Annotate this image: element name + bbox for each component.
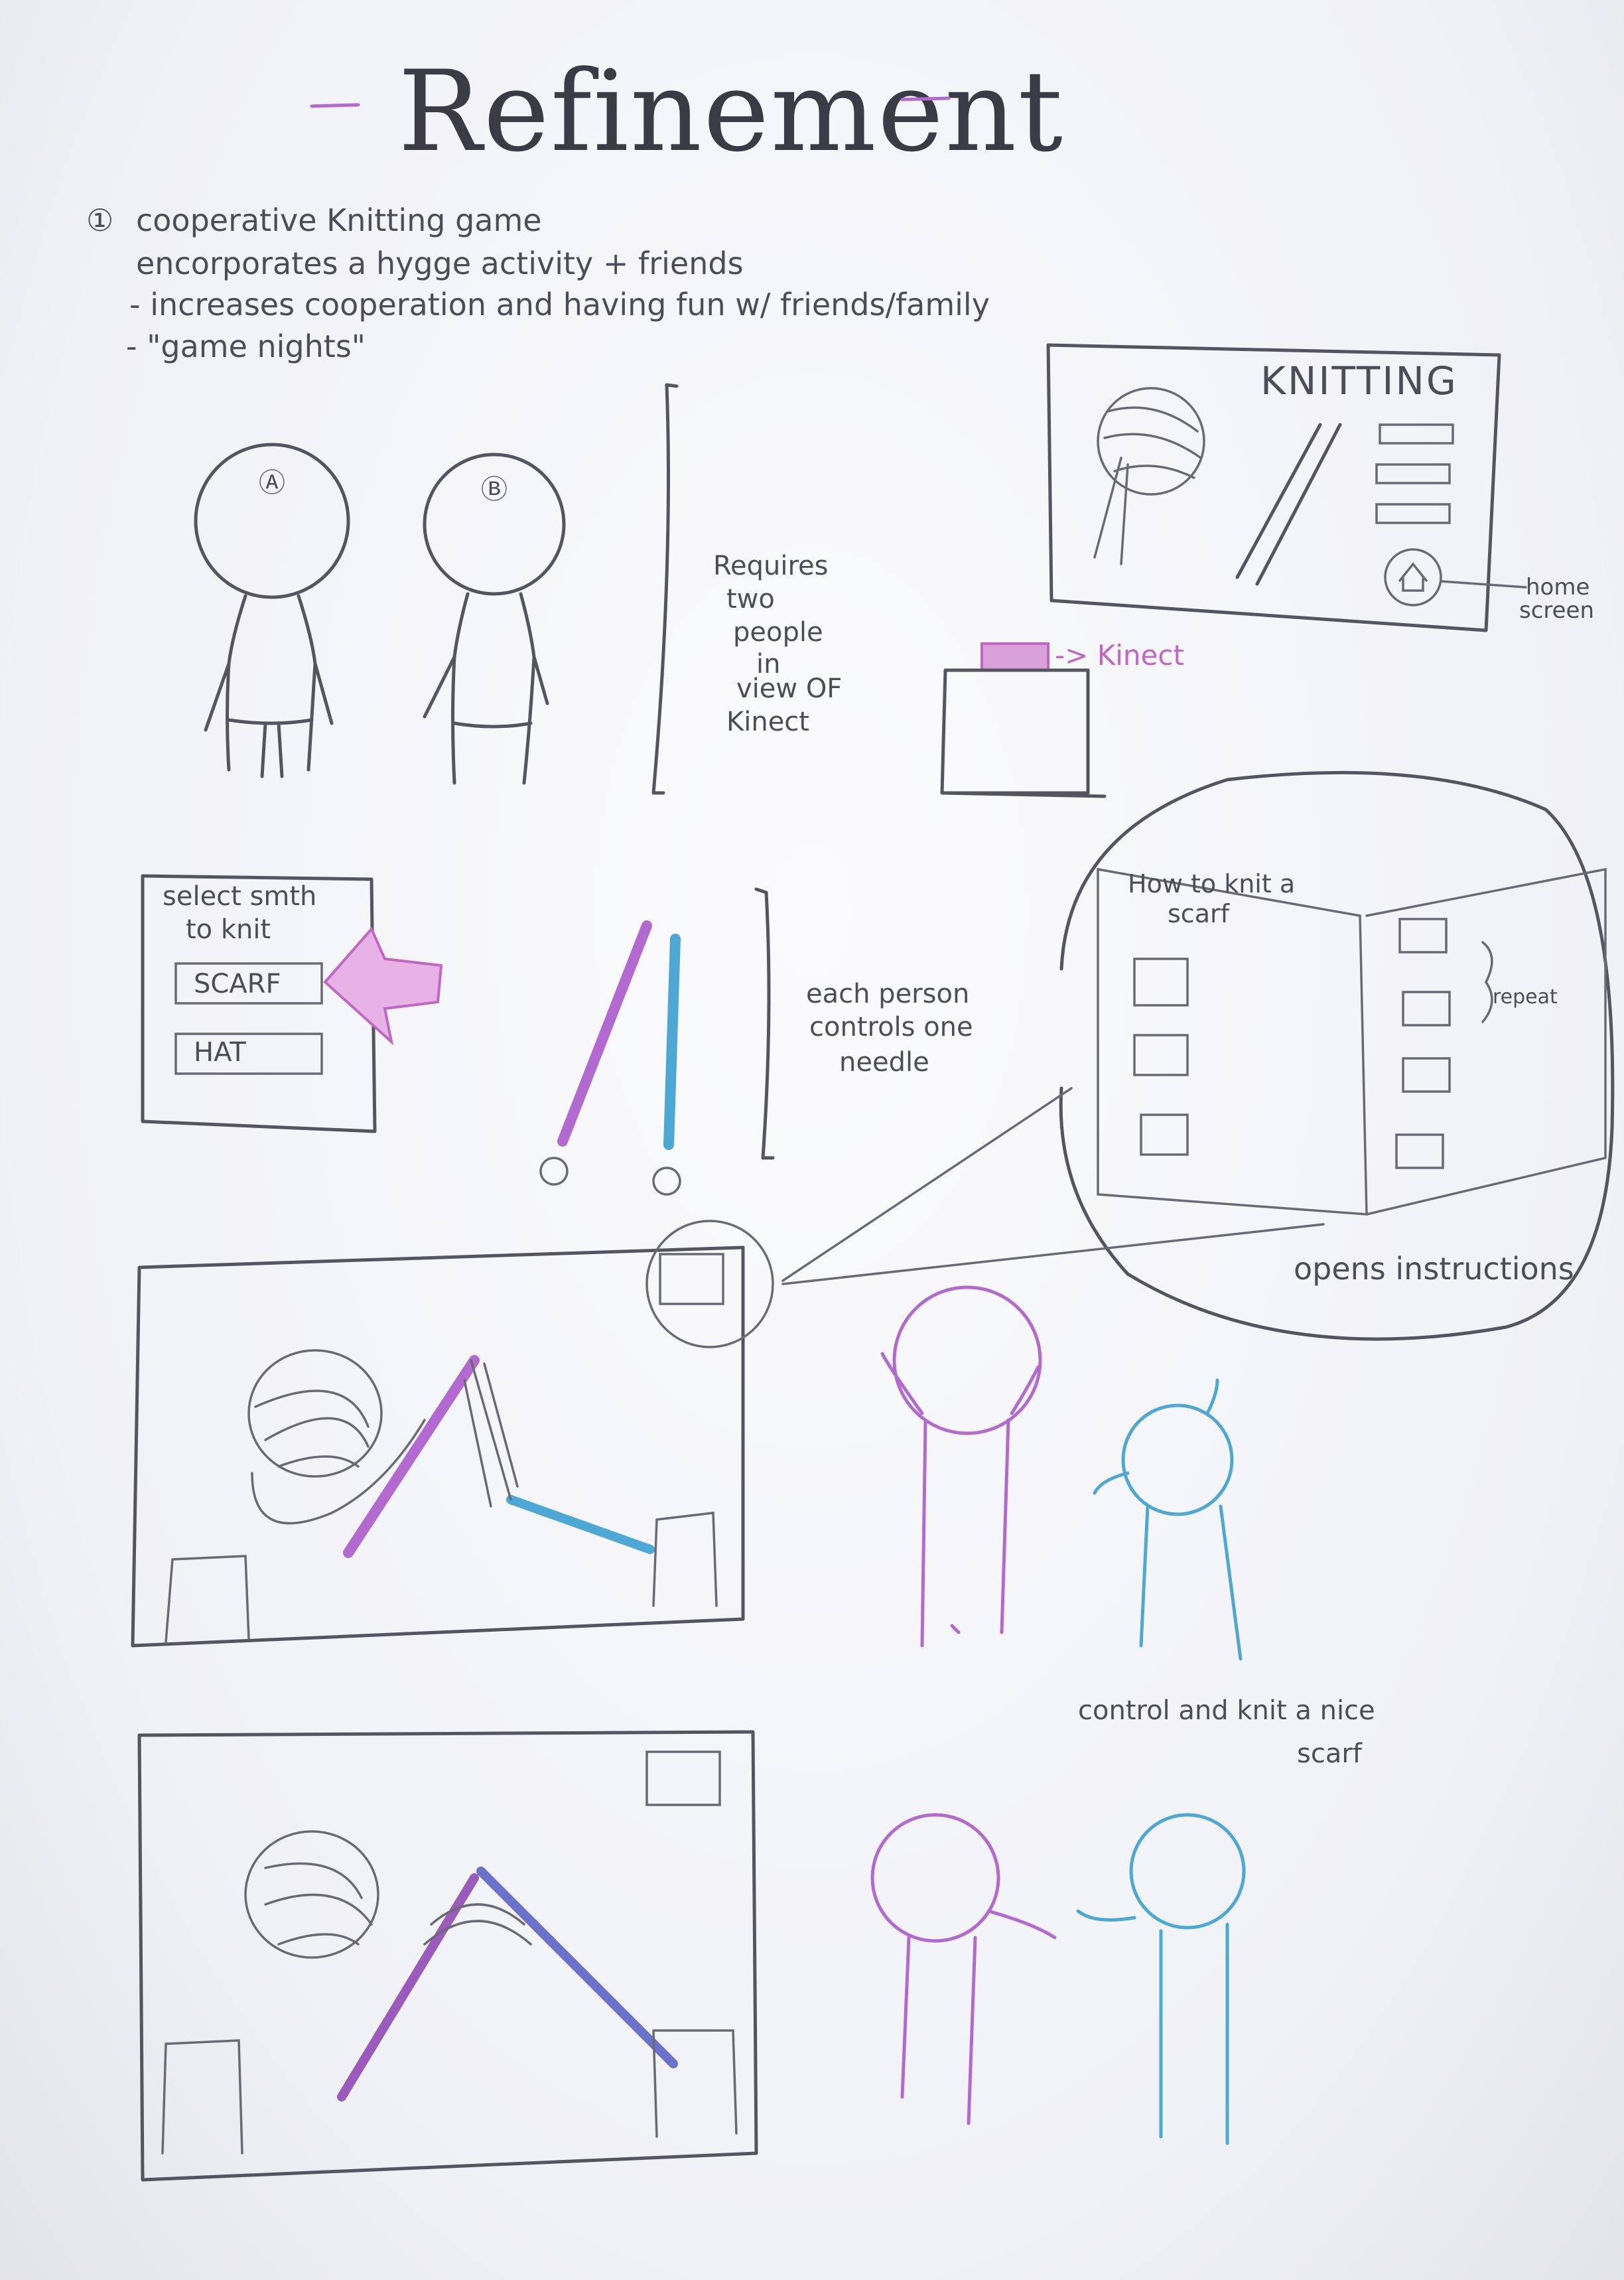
instructions-title-1: How to knit a [1128, 869, 1296, 898]
needle-note-3: needle [839, 1047, 929, 1078]
home-screen-title: KNITTING [1260, 358, 1458, 403]
instructions-title-2: scarf [1168, 899, 1229, 928]
menu-option-hat: HAT [194, 1037, 246, 1068]
home-screen-label-1: home [1526, 574, 1590, 601]
sketch-drawings [131, 96, 1615, 2182]
figures-scene-1 [880, 1285, 1243, 1661]
requires-note-1: Requires [713, 551, 829, 581]
menu-heading-2: to knit [186, 914, 271, 945]
instructions-caption: opens instructions [1294, 1251, 1574, 1287]
needle-note-1: each person [806, 979, 970, 1009]
needle-note-2: controls one [809, 1012, 973, 1042]
kinect-label: -> Kinect [1055, 639, 1184, 672]
figures-scene-2 [870, 1813, 1246, 2145]
requires-note-6: Kinect [726, 707, 809, 737]
requires-note-5: view OF [736, 674, 843, 704]
needles-sketch [539, 920, 681, 1196]
player-b-label: Ⓑ [481, 474, 508, 505]
control-caption-2: scarf [1297, 1739, 1362, 1769]
title-dash-right [900, 96, 951, 102]
menu-option-scarf: SCARF [194, 969, 281, 999]
scene-1-sketch [131, 1220, 774, 1648]
control-caption-1: control and knit a nice [1078, 1695, 1375, 1726]
menu-heading-1: select smth [163, 881, 317, 912]
title-dash-left [310, 103, 360, 108]
requires-note-2: two [726, 584, 775, 614]
home-screen-label-2: screen [1519, 597, 1595, 624]
scene-2-sketch [137, 1730, 758, 2182]
requires-note-3: people [733, 617, 823, 648]
player-a-label: Ⓐ [259, 468, 285, 498]
instructions-repeat-label: repeat [1493, 985, 1558, 1009]
